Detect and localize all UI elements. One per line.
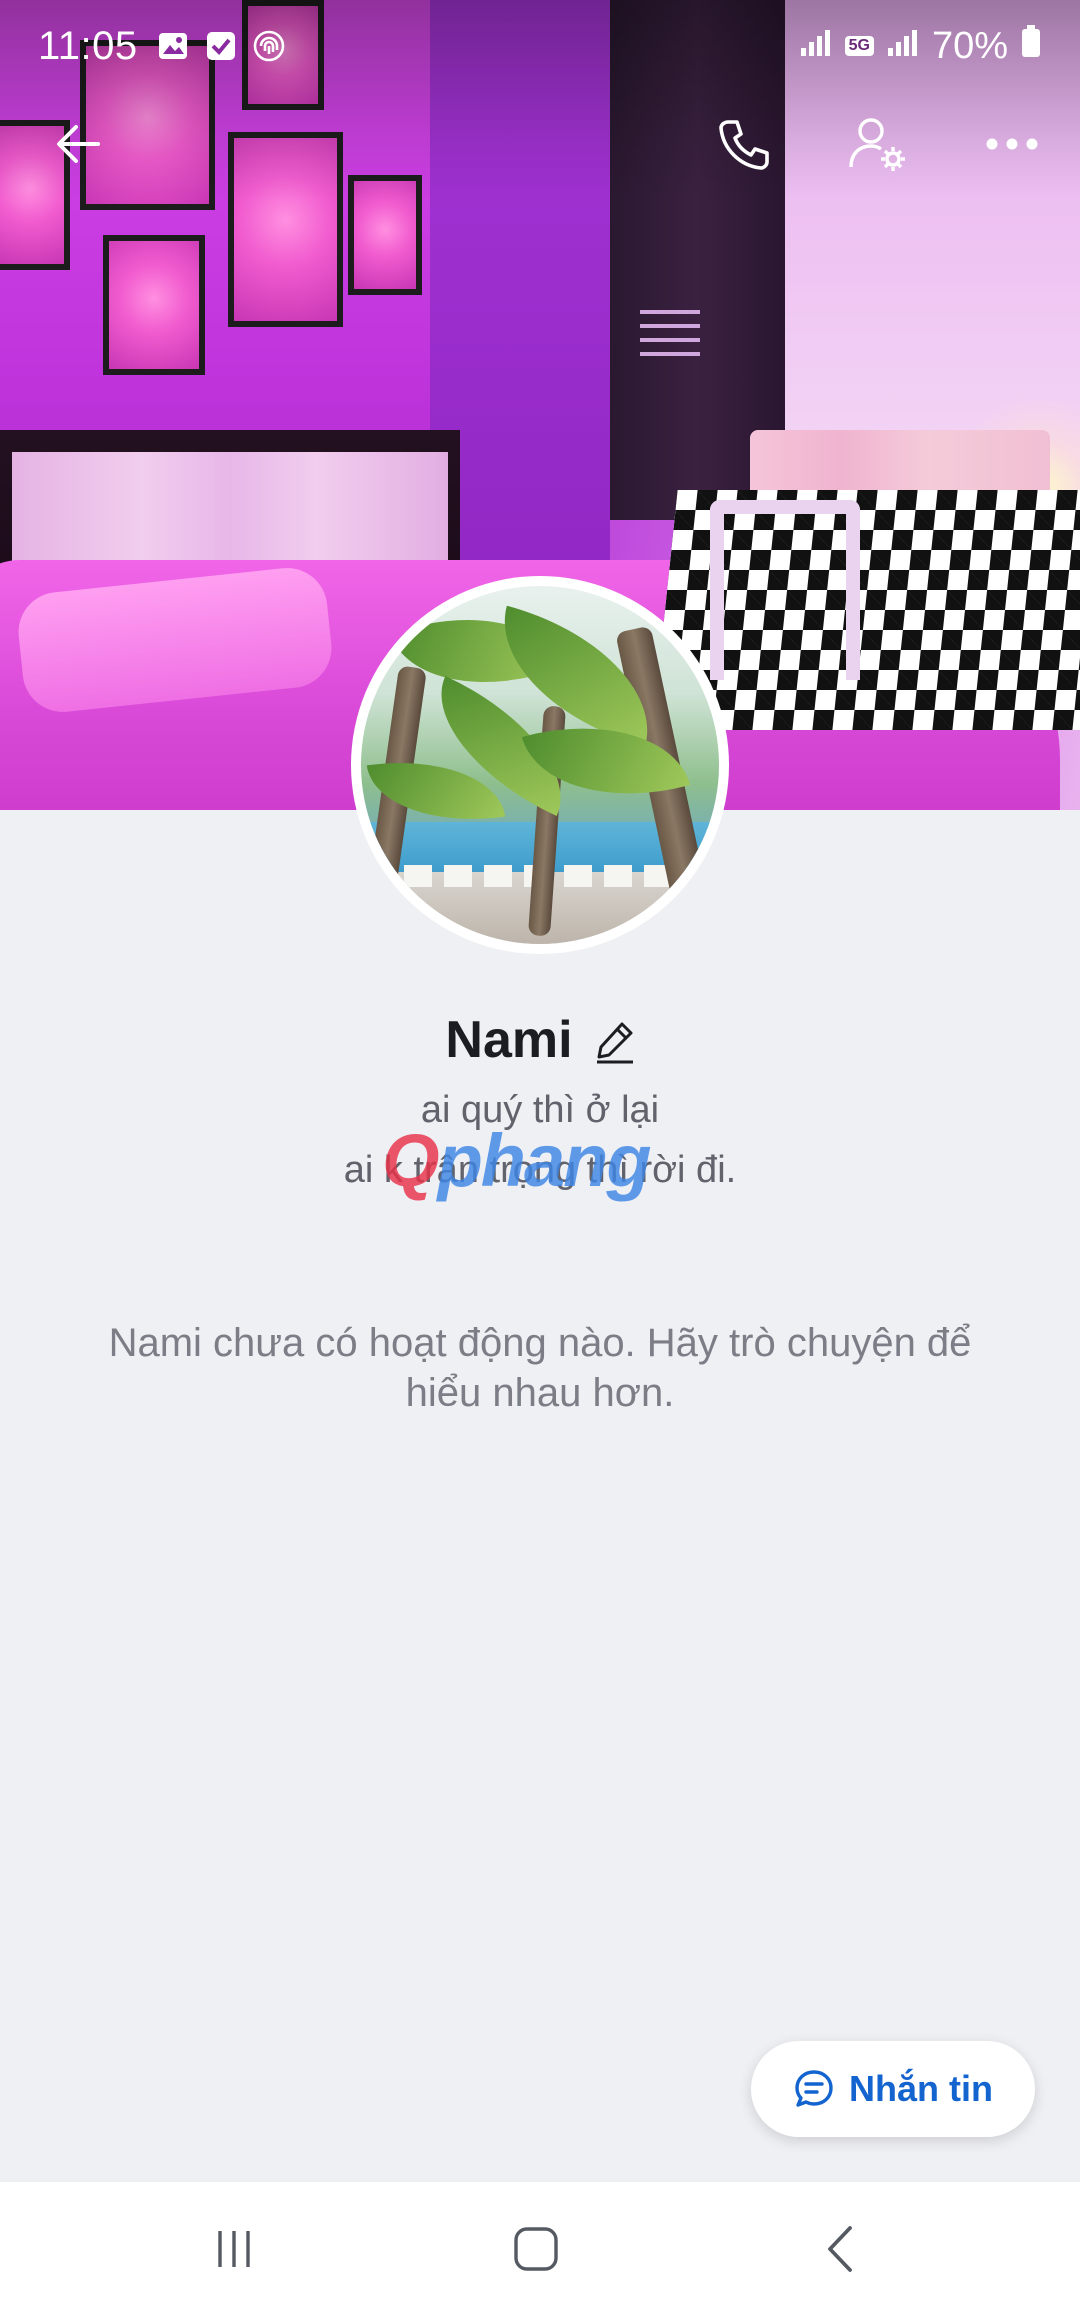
- network-type: 5G: [844, 36, 874, 56]
- fingerprint-icon: [252, 29, 286, 63]
- watermark-part: phang: [437, 1119, 652, 1202]
- battery-icon: [1020, 24, 1042, 68]
- recent-apps-icon: [218, 2231, 250, 2267]
- status-right: 5G 70%: [799, 24, 1042, 68]
- home-icon: [514, 2227, 558, 2271]
- pencil-icon: [596, 1022, 633, 1064]
- signal-icon: [886, 25, 920, 68]
- watermark-part: Q: [382, 1119, 440, 1202]
- avatar-photo: [361, 586, 719, 944]
- back-arrow-icon: [57, 125, 100, 163]
- gallery-icon: [156, 29, 190, 63]
- more-button[interactable]: [960, 92, 1064, 196]
- chat-bubble-icon: [795, 2070, 833, 2107]
- more-icon: [986, 138, 1038, 150]
- battery-level: 70%: [931, 24, 1008, 67]
- recent-apps-button[interactable]: [144, 2182, 324, 2316]
- status-time: 11:05: [38, 23, 138, 68]
- home-button[interactable]: [446, 2182, 626, 2316]
- app-bar: [0, 92, 1080, 196]
- system-navigation-bar: [0, 2182, 1080, 2316]
- signal-icon: [799, 25, 833, 68]
- message-button-label: Nhắn tin: [849, 2068, 993, 2109]
- phone-icon: [719, 120, 769, 170]
- user-settings-icon: [849, 118, 905, 171]
- avatar[interactable]: [351, 576, 729, 954]
- chevron-left-icon: [828, 2226, 852, 2272]
- profile-settings-button[interactable]: [826, 92, 930, 196]
- status-bar: 11:05 5G 70%: [0, 0, 1080, 92]
- profile-name-row: Nami: [0, 1000, 1080, 1080]
- call-button[interactable]: [692, 92, 796, 196]
- cover-frame: [103, 235, 205, 375]
- cover-chair: [710, 500, 860, 680]
- status-notification-icons: [156, 29, 286, 63]
- watermark-logo: Qphang: [382, 1118, 652, 1203]
- back-button[interactable]: [26, 92, 130, 196]
- profile-name: Nami: [445, 1011, 573, 1069]
- edit-name-button[interactable]: [595, 1020, 635, 1064]
- message-button[interactable]: Nhắn tin: [751, 2041, 1035, 2137]
- empty-activity-message: Nami chưa có hoạt động nào. Hãy trò chuy…: [108, 1321, 972, 1415]
- check-icon: [204, 29, 238, 63]
- system-back-button[interactable]: [750, 2182, 930, 2316]
